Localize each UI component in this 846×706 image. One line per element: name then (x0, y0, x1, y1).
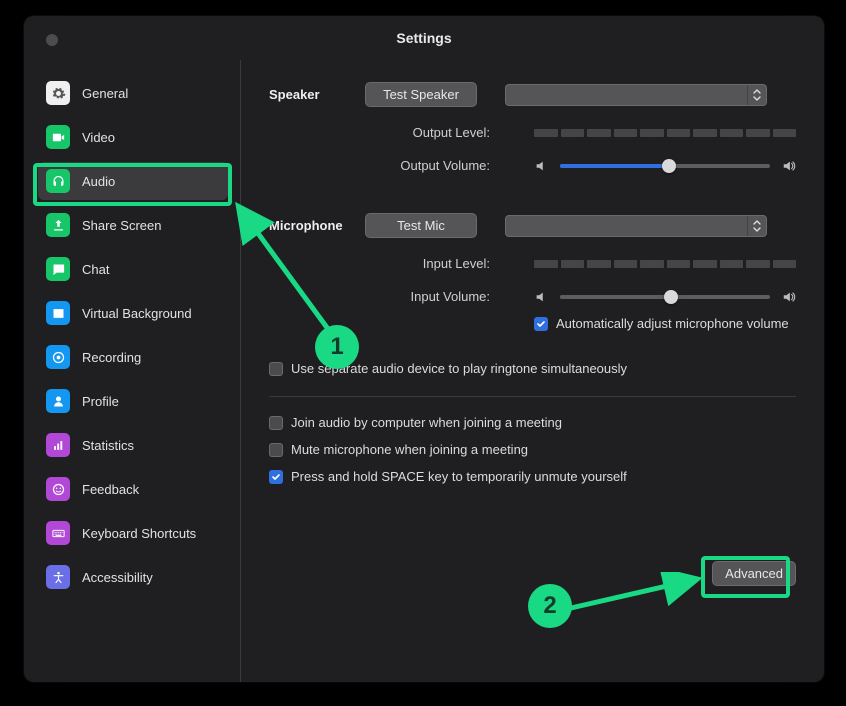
volume-low-icon (534, 290, 548, 304)
speaker-label: Speaker (269, 87, 365, 102)
share-icon (46, 213, 70, 237)
headphones-icon (46, 169, 70, 193)
accessibility-icon (46, 565, 70, 589)
input-volume-row: Input Volume: (269, 289, 796, 304)
mute-mic-label: Mute microphone when joining a meeting (291, 442, 528, 457)
auto-adjust-row: Automatically adjust microphone volume (269, 316, 796, 343)
keyboard-icon (46, 521, 70, 545)
sidebar-item-label: Keyboard Shortcuts (82, 526, 196, 541)
input-volume-slider[interactable] (560, 295, 770, 299)
sidebar-item-share-screen[interactable]: Share Screen (38, 206, 228, 244)
mic-device-select[interactable] (505, 215, 767, 237)
video-icon (46, 125, 70, 149)
window-body: General Video Audio Share Screen Chat Virtual… (24, 60, 824, 682)
test-speaker-button[interactable]: Test Speaker (365, 82, 477, 107)
sidebar-item-label: Profile (82, 394, 119, 409)
test-mic-button[interactable]: Test Mic (365, 213, 477, 238)
output-volume-label: Output Volume: (365, 158, 506, 173)
space-unmute-checkbox[interactable] (269, 470, 283, 484)
space-unmute-label: Press and hold SPACE key to temporarily … (291, 469, 627, 484)
sidebar-item-label: Audio (82, 174, 115, 189)
speaker-device-select[interactable] (505, 84, 767, 106)
sidebar-item-label: General (82, 86, 128, 101)
sidebar-item-feedback[interactable]: Feedback (38, 470, 228, 508)
sidebar-item-profile[interactable]: Profile (38, 382, 228, 420)
join-audio-checkbox[interactable] (269, 416, 283, 430)
content-pane: Speaker Test Speaker Output Level: Outpu… (241, 60, 824, 682)
close-window-dot[interactable] (46, 34, 58, 46)
volume-low-icon (534, 159, 548, 173)
recording-icon (46, 345, 70, 369)
auto-adjust-checkbox[interactable] (534, 317, 548, 331)
sidebar-item-general[interactable]: General (38, 74, 228, 112)
sidebar-item-accessibility[interactable]: Accessibility (38, 558, 228, 596)
input-level-row: Input Level: (269, 256, 796, 271)
sidebar-item-label: Recording (82, 350, 141, 365)
chevron-updown-icon (751, 87, 763, 103)
window-title: Settings (24, 30, 824, 46)
separate-audio-label: Use separate audio device to play ringto… (291, 361, 627, 376)
input-volume-label: Input Volume: (365, 289, 506, 304)
output-volume-slider[interactable] (560, 164, 770, 168)
volume-high-icon (782, 290, 796, 304)
sidebar-item-label: Statistics (82, 438, 134, 453)
microphone-label: Microphone (269, 218, 365, 233)
advanced-button[interactable]: Advanced (712, 561, 796, 586)
sidebar-item-label: Feedback (82, 482, 139, 497)
microphone-row: Microphone Test Mic (269, 213, 796, 238)
sidebar-item-label: Accessibility (82, 570, 153, 585)
input-level-meter (534, 260, 796, 268)
sidebar-item-chat[interactable]: Chat (38, 250, 228, 288)
sidebar-item-statistics[interactable]: Statistics (38, 426, 228, 464)
output-level-label: Output Level: (365, 125, 506, 140)
sidebar-item-recording[interactable]: Recording (38, 338, 228, 376)
sidebar-item-keyboard-shortcuts[interactable]: Keyboard Shortcuts (38, 514, 228, 552)
sidebar-item-virtual-background[interactable]: Virtual Background (38, 294, 228, 332)
divider (269, 396, 796, 397)
auto-adjust-label: Automatically adjust microphone volume (556, 316, 789, 331)
feedback-icon (46, 477, 70, 501)
sidebar-item-label: Share Screen (82, 218, 162, 233)
chat-icon (46, 257, 70, 281)
join-audio-label: Join audio by computer when joining a me… (291, 415, 562, 430)
chevron-updown-icon (751, 218, 763, 234)
titlebar: Settings (24, 16, 824, 60)
sidebar-item-label: Virtual Background (82, 306, 192, 321)
sidebar-item-audio[interactable]: Audio (38, 162, 228, 200)
background-icon (46, 301, 70, 325)
sidebar-item-label: Chat (82, 262, 109, 277)
sidebar-item-video[interactable]: Video (38, 118, 228, 156)
mute-mic-checkbox[interactable] (269, 443, 283, 457)
separate-audio-checkbox[interactable] (269, 362, 283, 376)
input-level-label: Input Level: (365, 256, 506, 271)
output-level-meter (534, 129, 796, 137)
sidebar-item-label: Video (82, 130, 115, 145)
gear-icon (46, 81, 70, 105)
speaker-row: Speaker Test Speaker (269, 82, 796, 107)
profile-icon (46, 389, 70, 413)
volume-high-icon (782, 159, 796, 173)
output-level-row: Output Level: (269, 125, 796, 140)
output-volume-row: Output Volume: (269, 158, 796, 173)
sidebar: General Video Audio Share Screen Chat Virtual… (24, 60, 241, 682)
settings-window: Settings General Video Audio Share Screen Ch… (24, 16, 824, 682)
statistics-icon (46, 433, 70, 457)
